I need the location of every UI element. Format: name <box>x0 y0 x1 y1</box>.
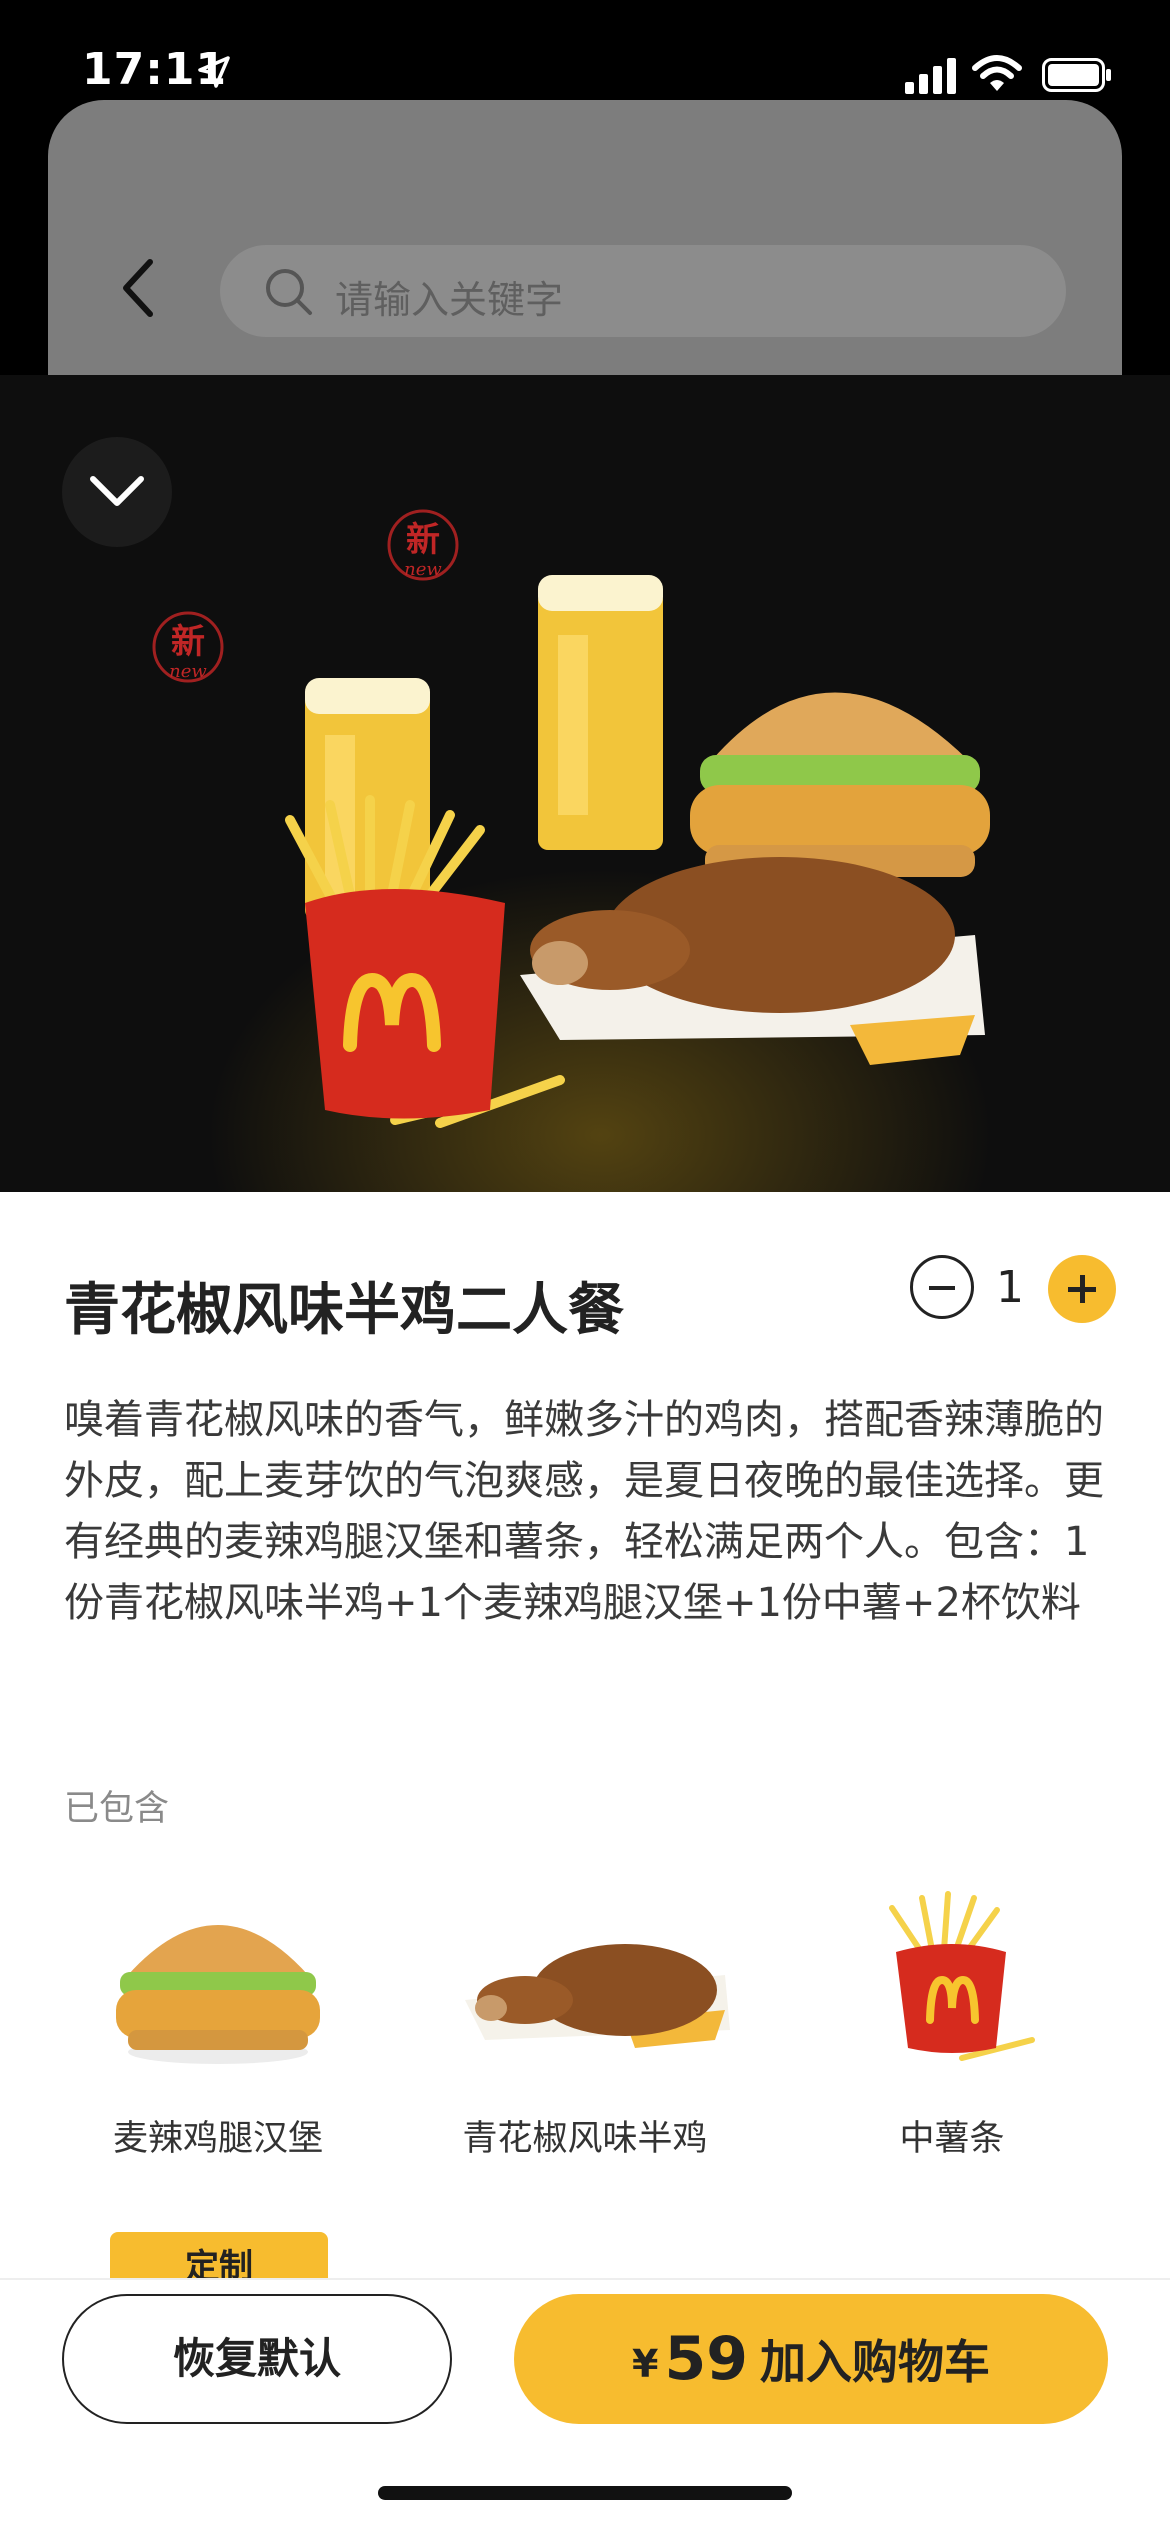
increase-quantity-button[interactable] <box>1048 1255 1116 1323</box>
home-indicator <box>378 2486 792 2500</box>
included-item-name: 中薯条 <box>899 2119 1005 2159</box>
reset-default-button[interactable]: 恢复默认 <box>62 2294 452 2424</box>
search-placeholder: 请输入关键字 <box>335 278 564 322</box>
back-chevron-icon <box>123 259 153 317</box>
half-chicken-icon <box>465 1944 730 2048</box>
included-item-name: 麦辣鸡腿汉堡 <box>112 2119 323 2159</box>
product-hero-image: 新 new 新 new <box>0 375 1170 1192</box>
decrease-quantity-button[interactable] <box>910 1255 974 1319</box>
fries-icon <box>889 1891 1035 2061</box>
add-to-cart-button[interactable]: ¥ 59 加入购物车 <box>514 2294 1108 2424</box>
svg-text:新: 新 <box>406 520 440 560</box>
svg-text:新: 新 <box>171 622 205 662</box>
included-item[interactable]: 青花椒风味半鸡 <box>425 1880 745 2180</box>
svg-text:new: new <box>169 661 207 682</box>
included-item[interactable]: 麦辣鸡腿汉堡 <box>58 1880 378 2180</box>
drink-cup-icon <box>538 575 663 850</box>
product-description: 嗅着青花椒风味的香气，鲜嫩多汁的鸡肉，搭配香辣薄脆的外皮，配上麦芽饮的气泡爽感，… <box>64 1397 1104 1626</box>
collapse-button[interactable] <box>62 437 172 547</box>
included-item-name: 青花椒风味半鸡 <box>462 2119 708 2159</box>
svg-text:new: new <box>404 559 442 580</box>
add-to-cart-label: 加入购物车 <box>759 2335 990 2389</box>
currency-symbol: ¥ <box>632 2342 659 2386</box>
wifi-icon <box>972 55 1022 91</box>
fries-box-icon <box>305 889 505 1119</box>
product-title: 青花椒风味半鸡二人餐 <box>64 1278 624 1343</box>
new-badge-icon: 新 new <box>387 509 459 581</box>
price-value: 59 <box>664 2324 748 2394</box>
burger-icon <box>690 692 990 877</box>
background-search-bar: 请输入关键字 <box>220 245 1066 337</box>
burger-icon <box>116 1925 320 2064</box>
included-section-label: 已包含 <box>64 1789 170 1829</box>
search-icon <box>266 269 312 315</box>
battery-icon <box>1042 58 1111 92</box>
new-badge-icon: 新 new <box>152 611 224 683</box>
included-item[interactable]: 中薯条 <box>792 1880 1112 2180</box>
chevron-down-icon <box>90 476 144 506</box>
quantity-value: 1 <box>996 1262 1024 1313</box>
location-arrow-icon <box>198 56 230 88</box>
meal-illustration: 新 new 新 new <box>152 509 990 1128</box>
cellular-signal-icon <box>905 58 956 94</box>
